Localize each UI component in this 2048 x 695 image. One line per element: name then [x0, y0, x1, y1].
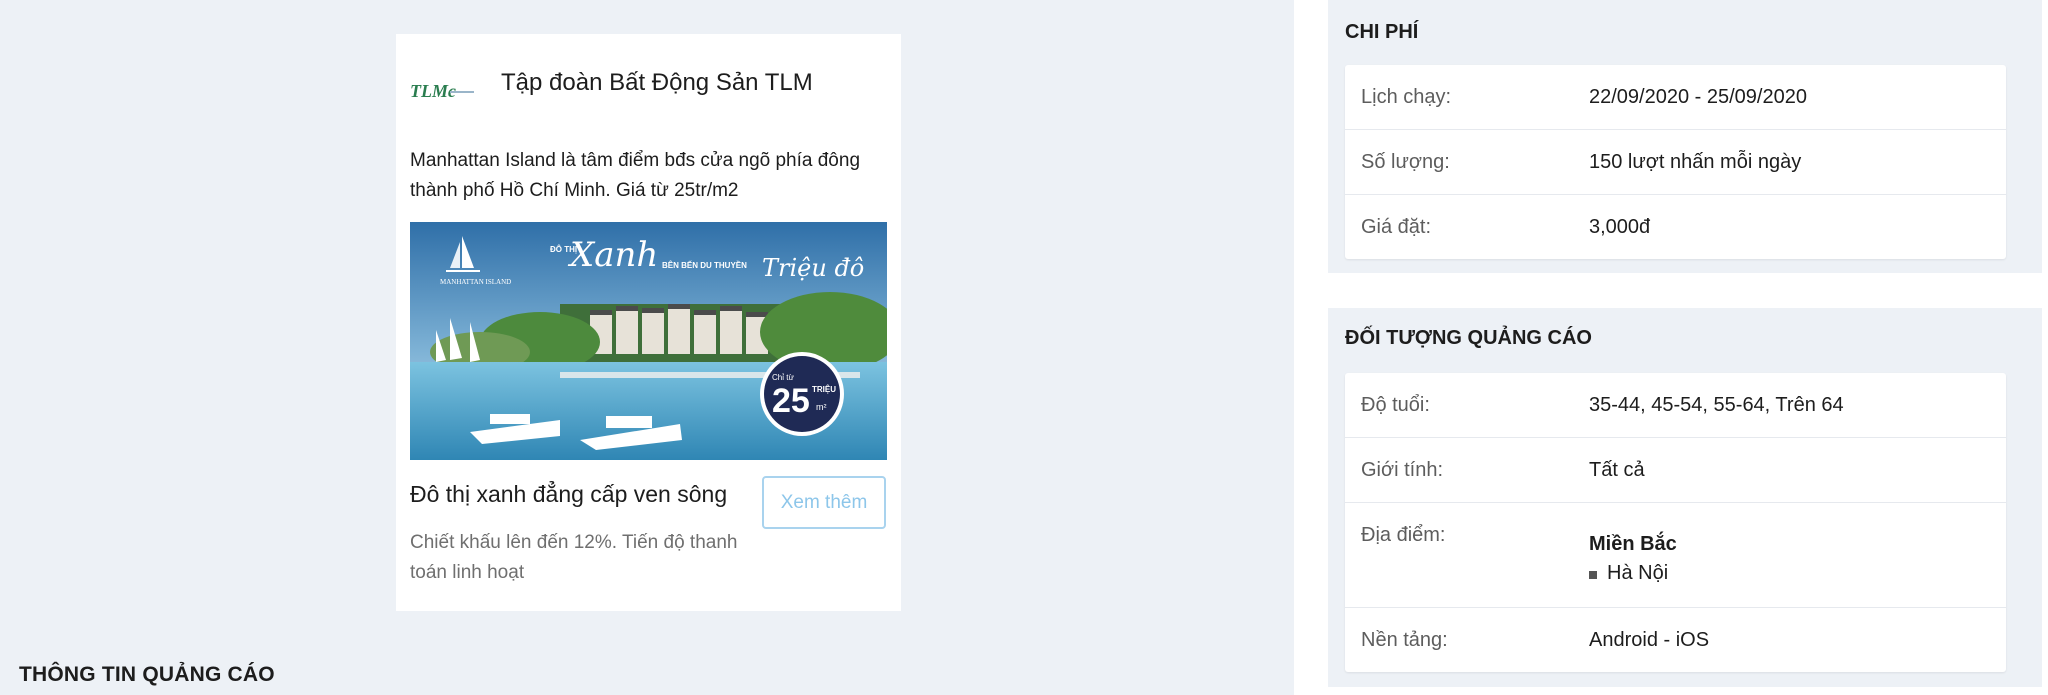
location-region: Miền Bắc — [1589, 533, 1677, 555]
svg-text:Chỉ từ: Chỉ từ — [772, 373, 794, 382]
bullet-icon — [1589, 571, 1597, 579]
svg-text:m²: m² — [816, 402, 827, 412]
location-label: Địa điểm: — [1361, 524, 1446, 546]
brand-name[interactable]: Tập đoàn Bất Động Sản TLM — [501, 69, 813, 97]
ad-headline: Đô thị xanh đẳng cấp ven sông — [410, 481, 728, 507]
schedule-value: 22/09/2020 - 25/09/2020 — [1589, 86, 1807, 108]
price-badge: Chỉ từ 25 TRIỆU m² — [760, 352, 844, 436]
bid-label: Giá đặt: — [1361, 216, 1432, 238]
location-city-item: Hà Nội — [1589, 562, 1677, 585]
target-panel: ĐỐI TƯỢNG QUẢNG CÁO Độ tuổi: 35-44, 45-5… — [1328, 308, 2042, 687]
ad-info-section-title: THÔNG TIN QUẢNG CÁO — [19, 663, 275, 686]
ad-description: Manhattan Island là tâm điểm bđs cửa ngõ… — [410, 150, 861, 201]
svg-text:TLMc: TLMc — [410, 81, 456, 101]
location-city: Hà Nội — [1607, 562, 1669, 584]
brand-logo: TLMc — [410, 74, 476, 106]
gender-label: Giới tính: — [1361, 459, 1444, 481]
info-row-location: Địa điểm: Miền Bắc Hà Nội — [1345, 503, 2006, 608]
gender-value: Tất cả — [1589, 459, 1645, 481]
ad-subtext: Chiết khấu lên đến 12%. Tiến độ thanh to… — [410, 532, 738, 583]
target-info-box: Độ tuổi: 35-44, 45-54, 55-64, Trên 64 Gi… — [1345, 373, 2006, 672]
quantity-label: Số lượng: — [1361, 151, 1450, 173]
svg-text:Triệu đô: Triệu đô — [762, 254, 864, 282]
cost-panel-title: CHI PHÍ — [1345, 21, 1419, 43]
info-row-platform: Nền tảng: Android - iOS — [1345, 608, 2006, 672]
svg-text:MANHATTAN ISLAND: MANHATTAN ISLAND — [440, 278, 511, 286]
learn-more-button[interactable]: Xem thêm — [762, 476, 886, 529]
info-row-bid: Giá đặt: 3,000đ — [1345, 195, 2006, 259]
info-row-gender: Giới tính: Tất cả — [1345, 438, 2006, 503]
target-panel-title: ĐỐI TƯỢNG QUẢNG CÁO — [1345, 327, 1592, 349]
svg-text:25: 25 — [772, 382, 810, 420]
ad-preview-card: TLMc Tập đoàn Bất Động Sản TLM Manhattan… — [396, 34, 901, 611]
age-label: Độ tuổi: — [1361, 394, 1430, 416]
ad-image[interactable]: MANHATTAN ISLAND ĐÔ THỊ Xanh BÊN BẾN DU … — [410, 222, 887, 460]
location-value: Miền Bắc Hà Nội — [1589, 533, 1677, 585]
info-row-age: Độ tuổi: 35-44, 45-54, 55-64, Trên 64 — [1345, 373, 2006, 438]
quantity-value: 150 lượt nhấn mỗi ngày — [1589, 151, 1802, 173]
svg-text:BÊN BẾN DU THUYỀN: BÊN BẾN DU THUYỀN — [662, 260, 747, 270]
info-row-quantity: Số lượng: 150 lượt nhấn mỗi ngày — [1345, 130, 2006, 195]
age-value: 35-44, 45-54, 55-64, Trên 64 — [1589, 394, 1844, 416]
platform-label: Nền tảng: — [1361, 629, 1448, 651]
svg-text:Xanh: Xanh — [567, 235, 658, 275]
bid-value: 3,000đ — [1589, 216, 1651, 238]
cost-panel: CHI PHÍ Lịch chạy: 22/09/2020 - 25/09/20… — [1328, 0, 2042, 273]
schedule-label: Lịch chạy: — [1361, 86, 1452, 108]
platform-value: Android - iOS — [1589, 629, 1710, 651]
svg-text:TRIỆU: TRIỆU — [812, 385, 836, 394]
cost-info-box: Lịch chạy: 22/09/2020 - 25/09/2020 Số lư… — [1345, 65, 2006, 259]
info-row-schedule: Lịch chạy: 22/09/2020 - 25/09/2020 — [1345, 65, 2006, 130]
column-divider — [1294, 0, 1328, 695]
